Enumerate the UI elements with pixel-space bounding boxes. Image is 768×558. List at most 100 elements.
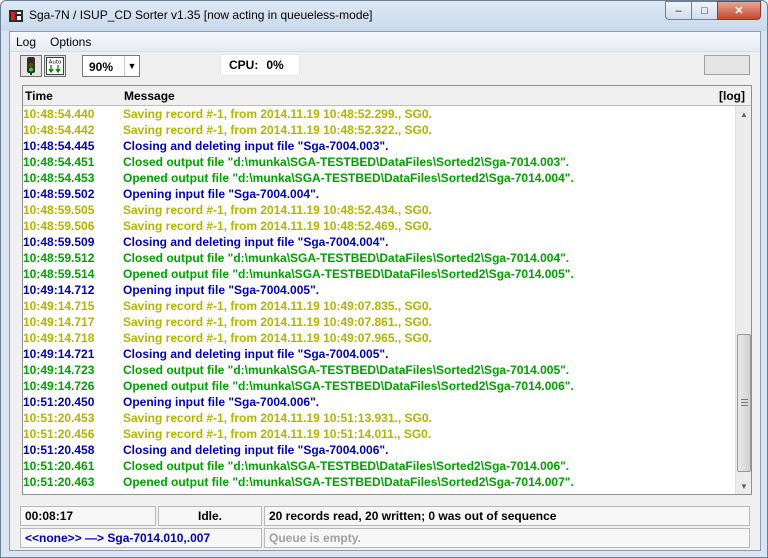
log-row[interactable]: 10:51:20.458 Closing and deleting input f… xyxy=(23,442,735,458)
log-row[interactable]: 10:48:54.451 Closed output file "d:\munka… xyxy=(23,154,735,170)
log-message: Saving record #-1, from 2014.11.19 10:48… xyxy=(123,219,432,233)
log-time: 10:48:59.506 xyxy=(23,219,95,233)
scroll-thumb[interactable] xyxy=(737,334,751,472)
column-header-time[interactable]: Time xyxy=(25,89,53,103)
log-time: 10:48:54.451 xyxy=(23,155,95,169)
log-message: Opened output file "d:\munka\SGA-TESTBED… xyxy=(123,171,574,185)
cpu-indicator: CPU: 0% xyxy=(220,54,300,76)
log-row[interactable]: 10:48:59.509 Closing and deleting input f… xyxy=(23,234,735,250)
log-row[interactable]: 10:48:59.514 Opened output file "d:\munka… xyxy=(23,266,735,282)
app-window: Sga-7N / ISUP_CD Sorter v1.35 [now actin… xyxy=(0,0,768,558)
close-button[interactable]: ✕ xyxy=(717,1,761,20)
activity-indicator xyxy=(704,55,750,75)
elapsed-time: 00:08:17 xyxy=(20,506,156,526)
window-controls: – □ ✕ xyxy=(665,1,761,21)
log-message: Closing and deleting input file "Sga-700… xyxy=(123,347,389,361)
grip-icon xyxy=(741,399,748,406)
log-row[interactable]: 10:48:54.453 Opened output file "d:\munka… xyxy=(23,170,735,186)
log-row[interactable]: 10:48:59.506 Saving record #-1, from 2014… xyxy=(23,218,735,234)
log-message: Opened output file "d:\munka\SGA-TESTBED… xyxy=(123,475,574,489)
maximize-button[interactable]: □ xyxy=(691,1,717,20)
log-list[interactable]: 10:48:54.440 Saving record #-1, from 2014… xyxy=(23,106,735,494)
zoom-select[interactable]: 90% ▼ xyxy=(82,55,140,77)
log-row[interactable]: 10:51:20.463 Opened output file "d:\munka… xyxy=(23,474,735,490)
log-panel: Time Message [log] 10:48:54.440 Saving re… xyxy=(22,85,752,495)
log-row[interactable]: 10:48:54.442 Saving record #-1, from 2014… xyxy=(23,122,735,138)
log-row[interactable]: 10:51:20.456 Saving record #-1, from 2014… xyxy=(23,426,735,442)
log-row[interactable]: 10:49:14.715 Saving record #-1, from 2014… xyxy=(23,298,735,314)
log-time: 10:51:20.463 xyxy=(23,475,95,489)
log-message: Saving record #-1, from 2014.11.19 10:51… xyxy=(123,411,432,425)
traffic-light-button[interactable] xyxy=(20,55,42,77)
log-time: 10:51:20.450 xyxy=(23,395,95,409)
log-row[interactable]: 10:48:59.502 Opening input file "Sga-7004… xyxy=(23,186,735,202)
log-message: Saving record #-1, from 2014.11.19 10:49… xyxy=(123,331,432,345)
log-message: Opening input file "Sga-7004.004". xyxy=(123,187,320,201)
log-message: Closed output file "d:\munka\SGA-TESTBED… xyxy=(123,363,570,377)
menu-options[interactable]: Options xyxy=(50,35,91,49)
menu-log[interactable]: Log xyxy=(16,35,36,49)
auto-scroll-button[interactable]: Auto xyxy=(44,55,66,77)
log-message: Closing and deleting input file "Sga-700… xyxy=(123,443,389,457)
log-time: 10:49:14.712 xyxy=(23,283,95,297)
log-time: 10:49:14.718 xyxy=(23,331,95,345)
queue-status: Queue is empty. xyxy=(264,528,750,548)
log-row[interactable]: 10:48:54.440 Saving record #-1, from 2014… xyxy=(23,106,735,122)
auto-scroll-icon: Auto xyxy=(46,57,64,75)
log-row[interactable]: 10:48:54.445 Closing and deleting input f… xyxy=(23,138,735,154)
log-message: Closing and deleting input file "Sga-700… xyxy=(123,235,389,249)
svg-text:Auto: Auto xyxy=(49,60,62,66)
log-time: 10:48:59.505 xyxy=(23,203,95,217)
log-message: Saving record #-1, from 2014.11.19 10:49… xyxy=(123,315,432,329)
route-status: <<none>> —> Sga-7014.010,.007 xyxy=(20,528,262,548)
log-time: 10:49:14.715 xyxy=(23,299,95,313)
log-time: 10:48:59.502 xyxy=(23,187,95,201)
log-row[interactable]: 10:51:20.461 Closed output file "d:\munka… xyxy=(23,458,735,474)
log-message: Closed output file "d:\munka\SGA-TESTBED… xyxy=(123,251,570,265)
menu-bar: Log Options xyxy=(10,32,760,52)
log-time: 10:49:14.717 xyxy=(23,315,95,329)
column-header-message[interactable]: Message xyxy=(124,89,175,103)
log-message: Saving record #-1, from 2014.11.19 10:49… xyxy=(123,299,432,313)
chevron-down-icon[interactable]: ▼ xyxy=(124,56,139,76)
log-row[interactable]: 10:49:14.717 Saving record #-1, from 2014… xyxy=(23,314,735,330)
log-time: 10:48:54.442 xyxy=(23,123,95,137)
log-message: Opening input file "Sga-7004.006". xyxy=(123,395,320,409)
log-message: Saving record #-1, from 2014.11.19 10:48… xyxy=(123,107,432,121)
log-time: 10:49:14.721 xyxy=(23,347,95,361)
app-icon xyxy=(9,10,23,22)
log-message: Saving record #-1, from 2014.11.19 10:48… xyxy=(123,123,432,137)
traffic-light-icon xyxy=(27,57,35,75)
log-row[interactable]: 10:48:59.505 Saving record #-1, from 2014… xyxy=(23,202,735,218)
log-row[interactable]: 10:51:20.453 Saving record #-1, from 2014… xyxy=(23,410,735,426)
log-row[interactable]: 10:51:20.450 Opening input file "Sga-7004… xyxy=(23,394,735,410)
log-message: Saving record #-1, from 2014.11.19 10:48… xyxy=(123,203,432,217)
cpu-label: CPU: xyxy=(229,58,259,72)
log-row[interactable]: 10:49:14.726 Opened output file "d:\munka… xyxy=(23,378,735,394)
log-row[interactable]: 10:48:59.512 Closed output file "d:\munka… xyxy=(23,250,735,266)
log-toggle[interactable]: [log] xyxy=(719,89,745,103)
client-area: Log Options Auto 90% ▼ CPU: 0% Time Mess… xyxy=(9,31,761,551)
zoom-value: 90% xyxy=(89,60,114,74)
log-row[interactable]: 10:49:14.718 Saving record #-1, from 2014… xyxy=(23,330,735,346)
log-time: 10:48:54.445 xyxy=(23,139,95,153)
summary-status: 20 records read, 20 written; 0 was out o… xyxy=(264,506,750,526)
log-row[interactable]: 10:49:14.721 Closing and deleting input f… xyxy=(23,346,735,362)
log-time: 10:48:59.509 xyxy=(23,235,95,249)
title-bar[interactable]: Sga-7N / ISUP_CD Sorter v1.35 [now actin… xyxy=(1,1,767,31)
log-time: 10:51:20.461 xyxy=(23,459,95,473)
log-message: Opened output file "d:\munka\SGA-TESTBED… xyxy=(123,267,574,281)
log-row[interactable]: 10:49:14.723 Closed output file "d:\munka… xyxy=(23,362,735,378)
log-time: 10:49:14.726 xyxy=(23,379,95,393)
log-time: 10:51:20.453 xyxy=(23,411,95,425)
minimize-button[interactable]: – xyxy=(665,1,691,20)
window-title: Sga-7N / ISUP_CD Sorter v1.35 [now actin… xyxy=(29,8,373,22)
scroll-up-icon[interactable]: ▲ xyxy=(736,106,752,122)
log-message: Closing and deleting input file "Sga-700… xyxy=(123,139,389,153)
vertical-scrollbar[interactable]: ▲ ▼ xyxy=(735,106,751,494)
log-time: 10:51:20.456 xyxy=(23,427,95,441)
log-time: 10:48:54.453 xyxy=(23,171,95,185)
scroll-down-icon[interactable]: ▼ xyxy=(736,478,752,494)
log-row[interactable]: 10:49:14.712 Opening input file "Sga-7004… xyxy=(23,282,735,298)
log-message: Opened output file "d:\munka\SGA-TESTBED… xyxy=(123,379,574,393)
